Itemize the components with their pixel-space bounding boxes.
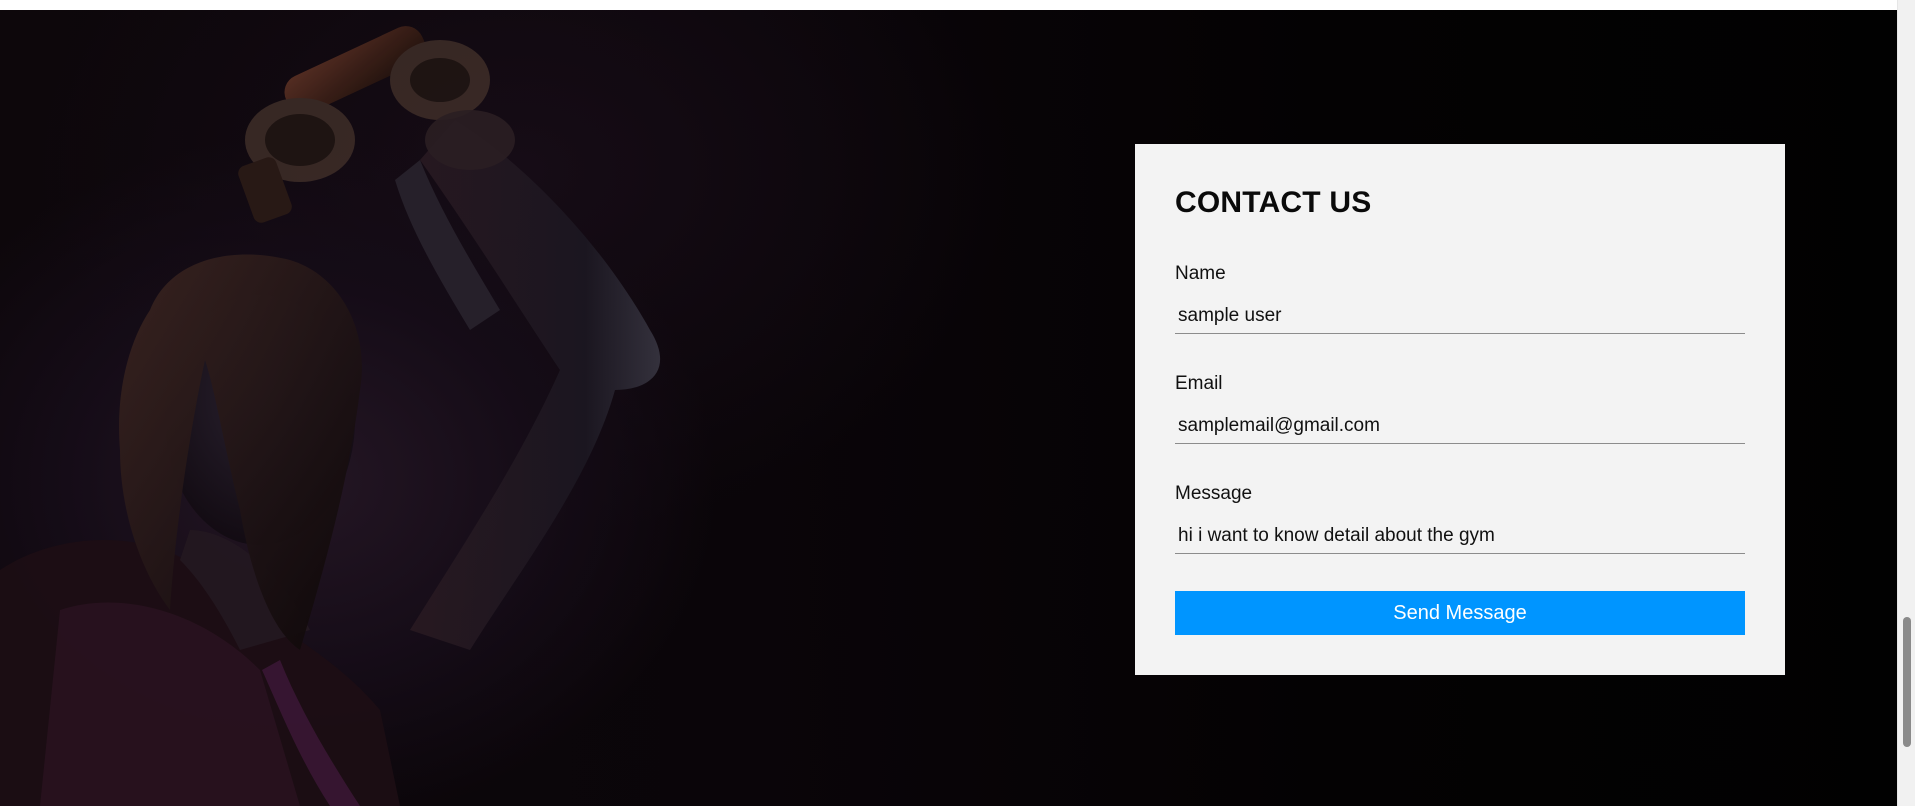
email-input[interactable] [1175,408,1745,444]
message-field-group: Message [1175,482,1745,554]
contact-title: CONTACT US [1175,186,1372,219]
name-input[interactable] [1175,298,1745,334]
name-label: Name [1175,263,1226,284]
top-strip [0,0,1897,10]
page-scrollbar[interactable] [1897,0,1915,806]
page: CONTACT US Name Email Message Send Messa… [0,0,1915,806]
email-label: Email [1175,373,1223,394]
email-field-group: Email [1175,372,1745,444]
message-label: Message [1175,483,1253,504]
contact-form-card: CONTACT US Name Email Message Send Messa… [1135,144,1785,675]
send-message-button[interactable]: Send Message [1175,591,1745,635]
message-input[interactable] [1175,518,1745,554]
scrollbar-thumb[interactable] [1903,617,1911,747]
name-field-group: Name [1175,262,1745,334]
